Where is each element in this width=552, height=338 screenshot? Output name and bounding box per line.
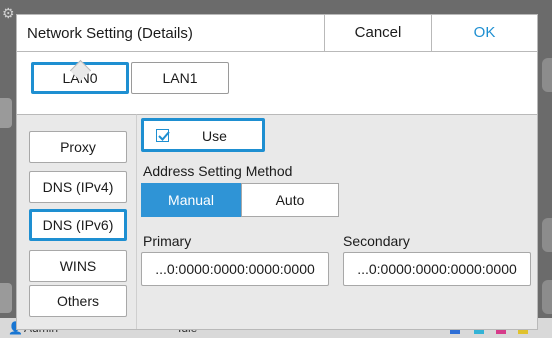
nav-item-others[interactable]: Others — [29, 285, 127, 317]
dns-ipv6-panel: Use Address Setting Method Manual Auto P… — [137, 114, 537, 329]
use-label: Use — [202, 128, 227, 144]
checkbox-icon — [156, 129, 170, 142]
cancel-button[interactable]: Cancel — [324, 15, 431, 51]
background-left-handle — [0, 98, 12, 128]
check-icon — [158, 131, 170, 141]
background-right-handle — [542, 280, 552, 314]
nav-item-wins[interactable]: WINS — [29, 250, 127, 282]
secondary-address-field[interactable]: ...0:0000:0000:0000:0000 — [343, 252, 531, 286]
tab-lan1[interactable]: LAN1 — [131, 62, 229, 94]
nav-item-dns-ipv4[interactable]: DNS (IPv4) — [29, 171, 127, 203]
address-method-label: Address Setting Method — [143, 163, 293, 179]
primary-address-field[interactable]: ...0:0000:0000:0000:0000 — [141, 252, 329, 286]
nav-item-proxy[interactable]: Proxy — [29, 131, 127, 163]
network-setting-dialog: Network Setting (Details) Cancel OK LAN0… — [16, 14, 538, 330]
nav-item-dns-ipv6[interactable]: DNS (IPv6) — [29, 209, 127, 241]
background-right-handle — [542, 58, 552, 92]
use-toggle-button[interactable]: Use — [141, 118, 265, 152]
manual-button[interactable]: Manual — [141, 183, 241, 217]
settings-nav: Proxy DNS (IPv4) DNS (IPv6) WINS Others — [17, 114, 137, 329]
background-right-handle — [542, 218, 552, 252]
background-left-handle — [0, 283, 12, 313]
dialog-header: Network Setting (Details) Cancel OK — [17, 15, 537, 52]
secondary-label: Secondary — [343, 233, 410, 249]
lan-tabs: LAN0 LAN1 — [17, 52, 537, 114]
primary-label: Primary — [143, 233, 192, 249]
gear-icon: ⚙ — [2, 5, 15, 21]
dialog-title: Network Setting (Details) — [27, 25, 193, 42]
auto-button[interactable]: Auto — [241, 183, 339, 217]
ok-button[interactable]: OK — [431, 15, 537, 51]
